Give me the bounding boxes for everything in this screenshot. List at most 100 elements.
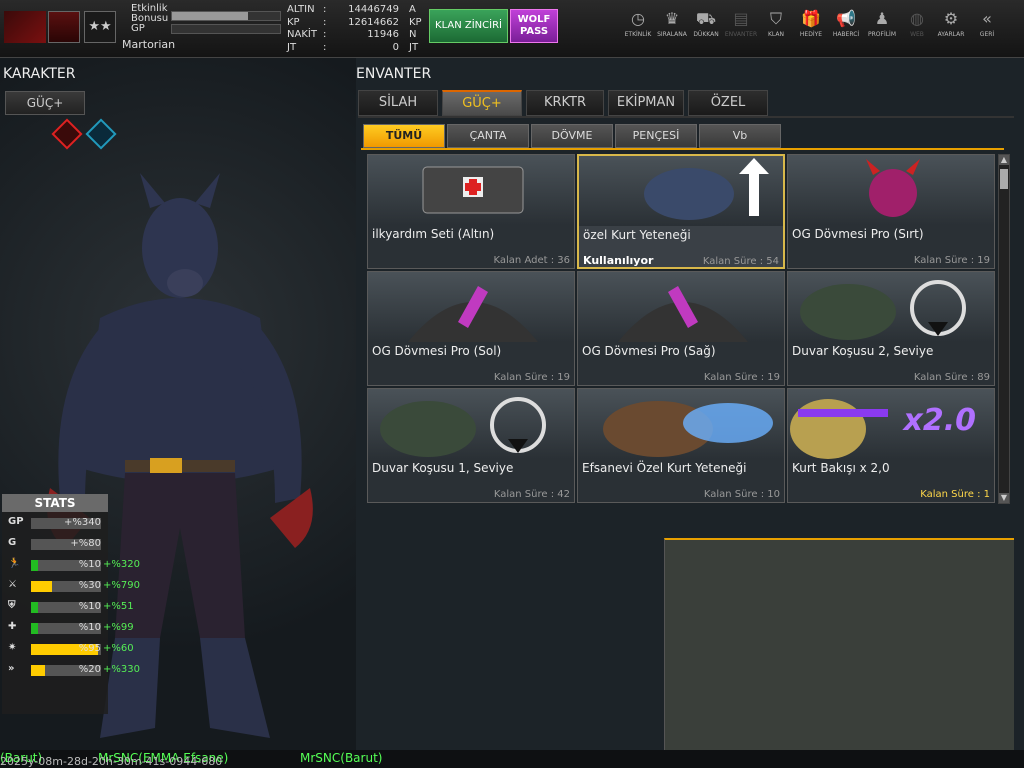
item-image [368, 272, 574, 342]
tab-eki̇pman[interactable]: EKİPMAN [608, 90, 684, 116]
item-multiplier-badge: x2.0 [903, 403, 977, 438]
item-remaining: Kalan Süre : 89 [913, 372, 990, 383]
nav-geri̇[interactable]: « GERİ [967, 10, 1007, 50]
nav-envanter[interactable]: ▤ ENVANTER [721, 10, 761, 50]
item-image [579, 156, 783, 226]
stat-bonus: +%60 [103, 643, 134, 654]
stat-value: +%340 [64, 517, 101, 528]
stat-bonus: +%790 [103, 580, 140, 591]
shield-icon: ⛉ [769, 9, 782, 28]
currency-value: 11946 [367, 29, 399, 40]
item-name: Duvar Koşusu 1, Seviye [372, 461, 514, 475]
tab-özel[interactable]: ÖZEL [688, 90, 768, 116]
subtab-çanta[interactable]: ÇANTA [447, 124, 529, 148]
nav-klan[interactable]: ⛉ KLAN [756, 10, 796, 50]
item-image [788, 155, 994, 225]
stat-g-icon: G [8, 537, 17, 548]
nav-hedi̇ye[interactable]: 🎁 HEDİYE [791, 10, 831, 50]
game-logo [4, 11, 46, 43]
scroll-thumb[interactable] [1000, 169, 1008, 189]
cart-icon: ⛟ [695, 9, 717, 28]
bonus-label: Etkinlik Bonusu [131, 3, 169, 24]
item-card[interactable]: ilkyardım Seti (Altın) Kalan Adet : 36 [367, 154, 575, 269]
item-image [578, 272, 784, 342]
power-tab[interactable]: GÜÇ+ [5, 91, 85, 115]
stars-icon: ★★ [84, 11, 116, 43]
item-remaining: Kalan Süre : 54 [702, 256, 779, 267]
item-card[interactable]: OG Dövmesi Pro (Sol) Kalan Süre : 19 [367, 271, 575, 386]
item-card[interactable]: Duvar Koşusu 2, Seviye Kalan Süre : 89 [787, 271, 995, 386]
item-image [368, 155, 574, 225]
tabs-divider [358, 116, 1014, 118]
stat-value: %10 [78, 601, 101, 612]
currency-colon: : [323, 29, 327, 40]
inventory-scrollbar[interactable]: ▲ ▼ [998, 154, 1010, 504]
nav-label: GERİ [979, 31, 995, 38]
item-image [788, 272, 994, 342]
item-status: Kullanılıyor [583, 254, 654, 267]
tab-krktr[interactable]: KRKTR [526, 90, 604, 116]
stat-value: +%80 [70, 538, 101, 549]
item-remaining: Kalan Süre : 10 [703, 489, 780, 500]
klan-chain-button[interactable]: KLAN ZİNCİRİ [429, 9, 508, 43]
speed-icon: » [8, 663, 15, 674]
nav-label: PROFİLİM [867, 31, 897, 38]
run-icon: 🏃 [8, 558, 21, 569]
tattoo-right-icon [618, 286, 748, 342]
item-remaining: Kalan Süre : 19 [493, 372, 570, 383]
currency-unit: N [409, 29, 417, 40]
inventory-panel: ENVANTER SİLAH GÜÇ+ KRKTR EKİPMAN ÖZEL TÜMÜ Ç… [356, 58, 1024, 750]
nav-haberci̇[interactable]: 📢 HABERCİ [826, 10, 866, 50]
inventory-grid: ilkyardım Seti (Altın) Kalan Adet : 36 öze… [367, 154, 997, 504]
currency-colon: : [323, 16, 327, 28]
currency-colon: : [323, 41, 327, 53]
item-card[interactable]: OG Dövmesi Pro (Sırt) Kalan Süre : 19 [787, 154, 995, 269]
subtab-tümü[interactable]: TÜMÜ [363, 124, 445, 148]
item-card[interactable]: özel Kurt Yeteneği Kullanılıyor Kalan Süre… [577, 154, 785, 269]
currency-label: JT [287, 41, 297, 53]
gp-label: GP [131, 23, 145, 34]
stats-panel: GP +%340 G +%80 🏃 %10 +%320 ⚔ %30 +%790 ⛨ %10 +%51 ✚%… [2, 512, 140, 714]
item-name: Duvar Koşusu 2, Seviye [792, 344, 934, 358]
stat-row: G +%80 [6, 537, 166, 551]
stat-value: %20 [78, 664, 101, 675]
item-name: Kurt Bakışı x 2,0 [792, 461, 890, 475]
item-remaining: Kalan Süre : 1 [920, 489, 990, 500]
item-name: OG Dövmesi Pro (Sol) [372, 344, 502, 358]
item-card[interactable]: Duvar Koşusu 1, Seviye Kalan Süre : 42 [367, 388, 575, 503]
stat-value: %10 [78, 559, 101, 570]
currency-row: NAKİT: 11946 N [287, 29, 419, 41]
tab-güç+[interactable]: GÜÇ+ [442, 90, 522, 116]
gift-icon: 🎁 [801, 9, 821, 28]
nav-ayarlar[interactable]: ⚙ AYARLAR [931, 10, 971, 50]
subtab-dövme[interactable]: DÖVME [531, 124, 613, 148]
stat-bonus: +%51 [103, 601, 134, 612]
wallrun-icon [800, 280, 966, 340]
nav-profi̇li̇m[interactable]: ♟ PROFİLİM [862, 10, 902, 50]
nav-label: HEDİYE [799, 31, 823, 38]
bonus-bar [171, 11, 281, 21]
stats-header: STATS [2, 494, 108, 512]
red-filter-icon[interactable] [51, 118, 83, 150]
profile-icon: ♟ [874, 9, 890, 28]
item-card[interactable]: Efsanevi Özel Kurt Yeteneği Kalan Süre : … [577, 388, 785, 503]
item-card[interactable]: x2.0 Kurt Bakışı x 2,0 Kalan Süre : 1 [787, 388, 995, 503]
scroll-up-icon[interactable]: ▲ [999, 155, 1009, 165]
tab-si̇lah[interactable]: SİLAH [358, 90, 438, 116]
nav-label: HABERCİ [832, 31, 860, 38]
currency-row: JT: 0 JT [287, 42, 419, 54]
subtab-pençesi̇[interactable]: PENÇESİ [615, 124, 697, 148]
subtab-vb[interactable]: Vb [699, 124, 781, 148]
currency-label: KP [287, 16, 300, 28]
currency-value: 14446749 [348, 4, 399, 15]
character-panel: KARAKTER GÜÇ+ STATS GP +%340 G +%80 🏃 %10 +%32… [0, 58, 356, 750]
inventory-icon: ▤ [733, 9, 749, 28]
stat-value: %95 [78, 643, 101, 654]
item-image [368, 389, 574, 459]
nav-dükkan[interactable]: ⛟ DÜKKAN [686, 10, 726, 50]
scroll-down-icon[interactable]: ▼ [999, 493, 1009, 503]
currency-label: ALTIN [287, 4, 315, 15]
wolf-pass-button[interactable]: WOLF PASS [510, 9, 558, 43]
blue-filter-icon[interactable] [85, 118, 117, 150]
item-card[interactable]: OG Dövmesi Pro (Sağ) Kalan Süre : 19 [577, 271, 785, 386]
